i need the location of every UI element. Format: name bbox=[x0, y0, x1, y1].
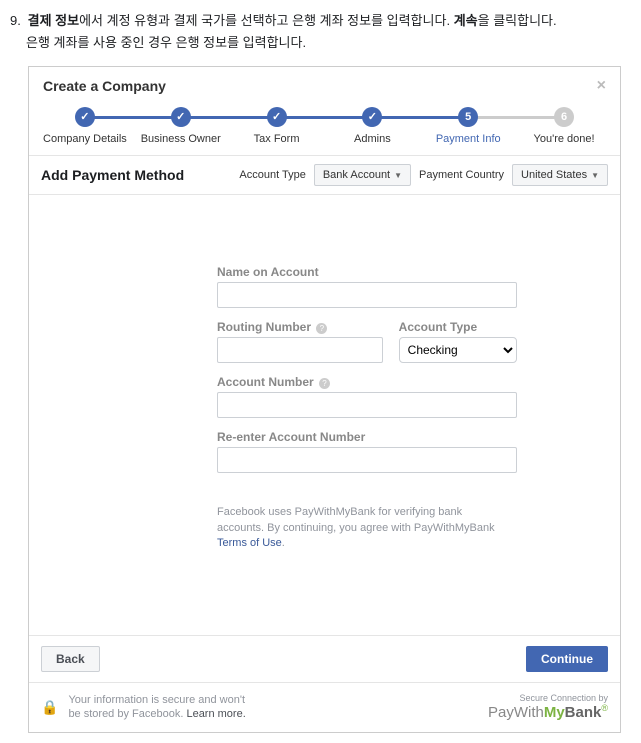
account-type-label: Account Type bbox=[239, 169, 305, 181]
secure-text-line2: be stored by Facebook. bbox=[68, 708, 186, 720]
step-bold-1: 결제 정보 bbox=[28, 13, 79, 28]
check-icon bbox=[75, 107, 95, 127]
inactive-step-icon: 6 bbox=[554, 107, 574, 127]
check-icon bbox=[362, 107, 382, 127]
name-on-account-label: Name on Account bbox=[217, 265, 517, 279]
bank-form-area: Name on Account Routing Number ? Account… bbox=[29, 195, 620, 635]
account-type-value: Bank Account bbox=[323, 169, 390, 181]
paywithmybank-branding: Secure Connection by PayWithMyBank® bbox=[488, 693, 608, 721]
caret-down-icon: ▼ bbox=[394, 171, 402, 180]
disclaimer-text: Facebook uses PayWithMyBank for verifyin… bbox=[217, 505, 497, 551]
dialog-title: Create a Company bbox=[43, 78, 166, 94]
step-payment-info: 5 Payment Info bbox=[420, 107, 516, 145]
step-admins: Admins bbox=[324, 107, 420, 145]
info-icon[interactable]: ? bbox=[319, 378, 330, 389]
step-label: Tax Form bbox=[229, 133, 325, 145]
step-done: 6 You're done! bbox=[516, 107, 612, 145]
lock-icon: 🔒 bbox=[41, 699, 58, 716]
close-icon[interactable]: × bbox=[597, 77, 606, 95]
caret-down-icon: ▼ bbox=[591, 171, 599, 180]
routing-number-label: Routing Number ? bbox=[217, 320, 383, 334]
continue-button[interactable]: Continue bbox=[526, 646, 608, 672]
account-type2-label: Account Type bbox=[399, 320, 517, 334]
payment-country-label: Payment Country bbox=[419, 169, 504, 181]
account-type-dropdown[interactable]: Bank Account ▼ bbox=[314, 164, 411, 186]
account-type-select[interactable]: Checking bbox=[399, 337, 517, 363]
step-company-details: Company Details bbox=[37, 107, 133, 145]
payment-country-value: United States bbox=[521, 169, 587, 181]
name-on-account-input[interactable] bbox=[217, 282, 517, 308]
current-step-icon: 5 bbox=[458, 107, 478, 127]
info-icon[interactable]: ? bbox=[316, 323, 327, 334]
step-tax-form: Tax Form bbox=[229, 107, 325, 145]
check-icon bbox=[171, 107, 191, 127]
back-button[interactable]: Back bbox=[41, 646, 100, 672]
instruction-step-9: 9. 결제 정보에서 계정 유형과 결제 국가를 선택하고 은행 계좌 정보를 … bbox=[0, 10, 641, 62]
reenter-account-input[interactable] bbox=[217, 447, 517, 473]
step-label: You're done! bbox=[516, 133, 612, 145]
learn-more-link[interactable]: Learn more. bbox=[186, 708, 245, 720]
secure-connection-by: Secure Connection by bbox=[488, 693, 608, 703]
step-label: Company Details bbox=[37, 133, 133, 145]
terms-of-use-link[interactable]: Terms of Use bbox=[217, 537, 282, 549]
dialog-button-row: Back Continue bbox=[29, 635, 620, 682]
payment-country-dropdown[interactable]: United States ▼ bbox=[512, 164, 608, 186]
step-label: Business Owner bbox=[133, 133, 229, 145]
check-icon bbox=[267, 107, 287, 127]
secure-text-line1: Your information is secure and won't bbox=[68, 693, 245, 707]
step-text-1: 에서 계정 유형과 결제 국가를 선택하고 은행 계좌 정보를 입력합니다. bbox=[79, 13, 454, 28]
step-subtext: 은행 계좌를 사용 중인 경우 은행 정보를 입력합니다. bbox=[10, 32, 631, 54]
account-number-input[interactable] bbox=[217, 392, 517, 418]
routing-number-input[interactable] bbox=[217, 337, 383, 363]
step-label: Admins bbox=[324, 133, 420, 145]
add-payment-method-title: Add Payment Method bbox=[41, 167, 231, 183]
create-company-dialog: Create a Company × Company Details Busin… bbox=[28, 66, 621, 733]
progress-stepper: Company Details Business Owner Tax Form … bbox=[29, 101, 620, 155]
reenter-account-label: Re-enter Account Number bbox=[217, 430, 517, 444]
account-number-label: Account Number ? bbox=[217, 375, 517, 389]
secure-footer: 🔒 Your information is secure and won't b… bbox=[29, 682, 620, 732]
step-business-owner: Business Owner bbox=[133, 107, 229, 145]
payment-method-header: Add Payment Method Account Type Bank Acc… bbox=[29, 155, 620, 195]
step-text-2: 을 클릭합니다. bbox=[478, 13, 557, 28]
step-number: 9. bbox=[10, 10, 24, 32]
step-label: Payment Info bbox=[420, 133, 516, 145]
step-bold-2: 계속 bbox=[454, 13, 478, 28]
paywithmybank-logo: PayWithMyBank® bbox=[488, 703, 608, 721]
